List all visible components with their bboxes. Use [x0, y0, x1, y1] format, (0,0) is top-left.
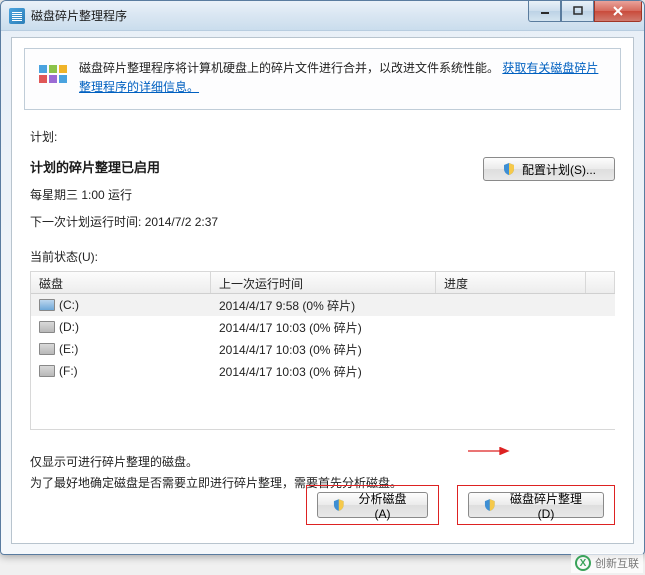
shield-icon: [332, 498, 346, 512]
close-button[interactable]: [594, 1, 642, 22]
close-icon: [612, 6, 624, 16]
configure-schedule-button[interactable]: 配置计划(S)...: [483, 157, 615, 181]
defrag-icon: [37, 59, 69, 91]
table-row[interactable]: (C:) 2014/4/17 9:58 (0% 碎片): [31, 294, 615, 316]
col-progress[interactable]: 进度: [436, 272, 586, 293]
last-run-cell: 2014/4/17 10:03 (0% 碎片): [211, 319, 436, 336]
disk-name: (C:): [59, 298, 79, 312]
window-controls: [528, 1, 642, 22]
defrag-highlight: 磁盘碎片整理(D): [457, 485, 615, 525]
analyze-highlight: 分析磁盘(A): [306, 485, 439, 525]
disk-cell: (D:): [31, 320, 211, 334]
drive-icon: [39, 321, 55, 333]
minimize-icon: [540, 6, 550, 16]
drive-icon: [39, 299, 55, 311]
titlebar[interactable]: 磁盘碎片整理程序: [1, 1, 644, 31]
schedule-title: 计划的碎片整理已启用: [30, 157, 483, 176]
disk-cell: (E:): [31, 342, 211, 356]
schedule-section: 计划的碎片整理已启用 每星期三 1:00 运行 下一次计划运行时间: 2014/…: [30, 157, 615, 230]
schedule-next-run: 下一次计划运行时间: 2014/7/2 2:37: [30, 213, 483, 230]
drive-icon: [39, 365, 55, 377]
footer-line1: 仅显示可进行碎片整理的磁盘。: [30, 452, 615, 472]
maximize-button[interactable]: [561, 1, 594, 22]
shield-icon: [502, 162, 516, 176]
col-last-run[interactable]: 上一次运行时间: [211, 272, 436, 293]
table-row[interactable]: (E:) 2014/4/17 10:03 (0% 碎片): [31, 338, 615, 360]
content-area: 磁盘碎片整理程序将计算机硬盘上的碎片文件进行合并，以改进文件系统性能。 获取有关…: [11, 37, 634, 544]
window-title: 磁盘碎片整理程序: [31, 7, 127, 24]
disk-cell: (C:): [31, 298, 211, 312]
watermark-text: 创新互联: [595, 555, 639, 571]
analyze-label: 分析磁盘(A): [352, 490, 414, 521]
table-header: 磁盘 上一次运行时间 进度: [31, 272, 615, 294]
schedule-frequency: 每星期三 1:00 运行: [30, 186, 483, 203]
maximize-icon: [573, 6, 583, 16]
table-row[interactable]: (F:) 2014/4/17 10:03 (0% 碎片): [31, 360, 615, 382]
analyze-button[interactable]: 分析磁盘(A): [317, 492, 428, 518]
col-extra[interactable]: [586, 272, 615, 293]
watermark: X 创新互联: [571, 553, 643, 573]
col-disk[interactable]: 磁盘: [31, 272, 211, 293]
next-run-label: 下一次计划运行时间:: [30, 215, 141, 229]
action-buttons: 分析磁盘(A) 磁盘碎片整理(D): [306, 485, 615, 525]
last-run-cell: 2014/4/17 10:03 (0% 碎片): [211, 341, 436, 358]
configure-schedule-label: 配置计划(S)...: [522, 161, 596, 178]
defrag-window: 磁盘碎片整理程序: [0, 0, 645, 555]
disk-name: (E:): [59, 342, 78, 356]
plan-label: 计划:: [30, 128, 615, 145]
disk-table: 磁盘 上一次运行时间 进度 (C:) 2014/4/17 9:58 (0% 碎片)…: [30, 271, 615, 430]
annotation-arrow: [458, 447, 518, 455]
disk-name: (D:): [59, 320, 79, 334]
drive-icon: [39, 343, 55, 355]
last-run-cell: 2014/4/17 9:58 (0% 碎片): [211, 297, 436, 314]
banner-description: 磁盘碎片整理程序将计算机硬盘上的碎片文件进行合并，以改进文件系统性能。: [79, 61, 499, 75]
app-icon: [9, 8, 25, 24]
disk-name: (F:): [59, 364, 78, 378]
last-run-cell: 2014/4/17 10:03 (0% 碎片): [211, 363, 436, 380]
status-label: 当前状态(U):: [30, 248, 615, 265]
next-run-value: 2014/7/2 2:37: [145, 215, 218, 229]
table-row[interactable]: (D:) 2014/4/17 10:03 (0% 碎片): [31, 316, 615, 338]
shield-icon: [483, 498, 497, 512]
disk-cell: (F:): [31, 364, 211, 378]
watermark-icon: X: [575, 555, 591, 571]
defrag-label: 磁盘碎片整理(D): [503, 490, 589, 521]
info-banner: 磁盘碎片整理程序将计算机硬盘上的碎片文件进行合并，以改进文件系统性能。 获取有关…: [24, 48, 621, 110]
minimize-button[interactable]: [528, 1, 561, 22]
defrag-button[interactable]: 磁盘碎片整理(D): [468, 492, 604, 518]
banner-text: 磁盘碎片整理程序将计算机硬盘上的碎片文件进行合并，以改进文件系统性能。 获取有关…: [79, 59, 608, 97]
table-body[interactable]: (C:) 2014/4/17 9:58 (0% 碎片) (D:) 2014/4/17 …: [31, 294, 615, 429]
